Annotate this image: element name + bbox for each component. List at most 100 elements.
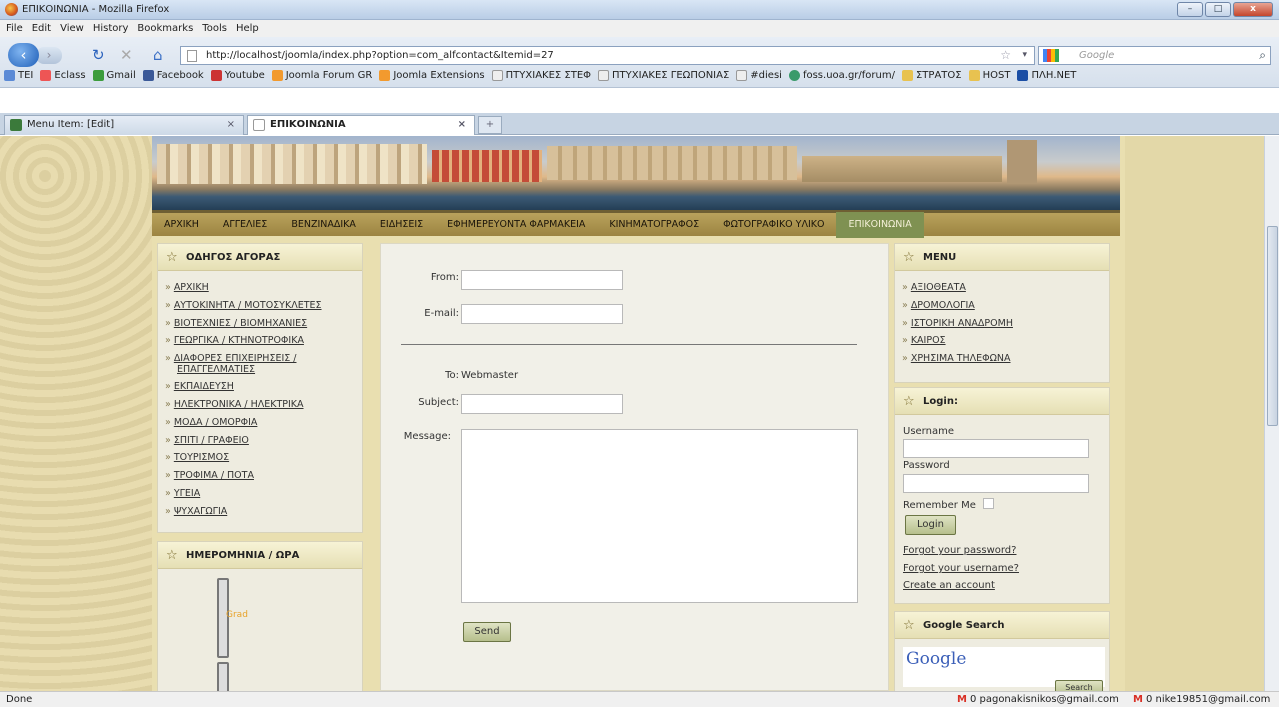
background-decoration <box>1125 136 1264 691</box>
email-label: E-mail: <box>424 308 459 319</box>
nav-pharmacies[interactable]: ΕΦΗΜΕΡΕΥΟΝΤΑ ΦΑΡΜΑΚΕΙΑ <box>435 212 597 238</box>
guide-link[interactable]: » ΗΛΕΚΤΡΟΝΙΚΑ / ΗΛΕΚΤΡΙΚΑ <box>165 396 362 414</box>
bookmark-icon <box>210 70 222 81</box>
forward-button[interactable]: › <box>36 47 62 64</box>
scrollbar-thumb[interactable] <box>1267 226 1278 426</box>
guide-link[interactable]: » ΒΙΟΤΕΧΝΙΕΣ / ΒΙΟΜΗΧΑΝΙΕΣ <box>165 315 362 333</box>
gmail-icon: M <box>957 694 967 705</box>
guide-link[interactable]: » ΜΟΔΑ / ΟΜΟΡΦΙΑ <box>165 414 362 432</box>
menu-tools[interactable]: Tools <box>202 23 227 34</box>
bookmark-item[interactable]: ΠΤΥΧΙΑΚΕΣ ΣΤΕΦ <box>491 70 591 81</box>
bookmark-icon <box>4 70 15 81</box>
subject-field[interactable] <box>461 394 623 414</box>
menu-link[interactable]: » ΔΡΟΜΟΛΟΓΙΑ <box>902 297 1109 315</box>
bookmarks-toolbar: TEI Eclass Gmail Facebook Youtube Joomla… <box>4 70 1083 81</box>
tab-close-icon[interactable]: × <box>458 116 466 134</box>
tab-label: Menu Item: [Edit] <box>27 119 115 130</box>
message-field[interactable] <box>461 429 858 603</box>
bookmark-star-icon[interactable]: ☆ <box>1000 47 1011 64</box>
username-field[interactable] <box>903 439 1089 458</box>
page-icon <box>253 119 265 131</box>
menu-link[interactable]: » ΧΡΗΣΙΜΑ ΤΗΛΕΦΩΝΑ <box>902 350 1109 368</box>
menu-edit[interactable]: Edit <box>32 23 51 34</box>
menu-bookmarks[interactable]: Bookmarks <box>137 23 193 34</box>
from-field[interactable] <box>461 270 623 290</box>
menu-history[interactable]: History <box>93 23 129 34</box>
menu-link[interactable]: » ΙΣΤΟΡΙΚΗ ΑΝΑΔΡΟΜΗ <box>902 315 1109 333</box>
bookmark-item[interactable]: Gmail <box>92 70 136 81</box>
nav-cinema[interactable]: ΚΙΝΗΜΑΤΟΓΡΑΦΟΣ <box>597 212 711 238</box>
menu-bar: File Edit View History Bookmarks Tools H… <box>0 20 1279 37</box>
page-icon <box>187 50 197 62</box>
bookmark-item[interactable]: Eclass <box>40 70 86 81</box>
search-bar[interactable]: Google ⌕ <box>1038 46 1271 65</box>
guide-link[interactable]: » ΑΥΤΟΚΙΝΗΤΑ / ΜΟΤΟΣΥΚΛΕΤΕΣ <box>165 297 362 315</box>
guide-link[interactable]: » ΔΙΑΦΟΡΕΣ ΕΠΙΧΕΙΡΗΣΕΙΣ / ΕΠΑΓΓΕΛΜΑΤΙΕΣ <box>165 353 362 375</box>
bookmark-item[interactable]: Joomla Forum GR <box>271 70 372 81</box>
nav-ads[interactable]: ΑΓΓΕΛΙΕΣ <box>211 212 279 238</box>
minimize-button[interactable]: – <box>1177 2 1203 17</box>
bookmark-item[interactable]: foss.uoa.gr/forum/ <box>788 70 895 81</box>
forgot-password-link[interactable]: Forgot your password? <box>903 545 1016 556</box>
nav-news[interactable]: ΕΙΔΗΣΕΙΣ <box>368 212 435 238</box>
tab-contact[interactable]: ΕΠΙΚΟΙΝΩΝΙΑ × <box>247 115 475 135</box>
bookmark-item[interactable]: TEI <box>4 70 33 81</box>
guide-link[interactable]: » ΥΓΕΙΑ <box>165 485 362 503</box>
bookmark-item[interactable]: Youtube <box>210 70 265 81</box>
email-field[interactable] <box>461 304 623 324</box>
close-button[interactable]: x <box>1233 2 1273 17</box>
home-icon[interactable]: ⌂ <box>153 46 163 64</box>
menu-link[interactable]: » ΚΑΙΡΟΣ <box>902 332 1109 350</box>
nav-contact[interactable]: ΕΠΙΚΟΙΝΩΝΙΑ <box>836 211 924 238</box>
login-button[interactable]: Login <box>905 515 956 535</box>
forgot-username-link[interactable]: Forgot your username? <box>903 563 1019 574</box>
remember-checkbox[interactable] <box>983 498 994 509</box>
back-button[interactable]: ‹ <box>8 43 39 67</box>
username-label: Username <box>903 426 954 437</box>
stop-icon[interactable]: ✕ <box>120 46 133 64</box>
menu-help[interactable]: Help <box>236 23 259 34</box>
bookmark-item[interactable]: ΣΤΡΑΤΟΣ <box>901 70 962 81</box>
bookmark-item[interactable]: ΠΤΥΧΙΑΚΕΣ ΓΕΩΠΟΝΙΑΣ <box>598 70 729 81</box>
bookmark-item[interactable]: ΠΛΗ.ΝΕΤ <box>1017 70 1076 81</box>
login-module: ☆ Login: Username Password Remember Me Lo… <box>894 387 1110 604</box>
bookmark-icon <box>271 70 283 81</box>
guide-link[interactable]: » ΣΠΙΤΙ / ΓΡΑΦΕΙΟ <box>165 432 362 450</box>
tab-close-icon[interactable]: × <box>227 116 235 134</box>
nav-gas-stations[interactable]: ΒΕΝΖΙΝΑΔΙΚΑ <box>279 212 368 238</box>
guide-link[interactable]: » ΤΟΥΡΙΣΜΟΣ <box>165 449 362 467</box>
search-button[interactable]: Search <box>1055 680 1103 691</box>
bookmark-item[interactable]: #diesi <box>736 70 782 81</box>
bookmark-item[interactable]: Facebook <box>142 70 204 81</box>
folder-icon <box>968 70 980 81</box>
search-placeholder: Google <box>1079 50 1115 61</box>
menu-view[interactable]: View <box>60 23 84 34</box>
guide-link[interactable]: » ΑΡΧΙΚΗ <box>165 279 362 297</box>
vertical-scrollbar[interactable] <box>1264 136 1279 691</box>
guide-link[interactable]: » ΨΥΧΑΓΩΓΙΑ <box>165 503 362 521</box>
reload-icon[interactable]: ↻ <box>92 46 105 64</box>
google-logo: Google <box>906 649 967 669</box>
new-tab-button[interactable]: + <box>478 116 502 134</box>
menu-link[interactable]: » ΑΞΙΟΘΕΑΤΑ <box>902 279 1109 297</box>
bookmark-item[interactable]: HOST <box>968 70 1010 81</box>
send-button[interactable]: Send <box>463 622 511 642</box>
nav-photos[interactable]: ΦΩΤΟΓΡΑΦΙΚΟ ΥΛΙΚΟ <box>711 212 836 238</box>
guide-link[interactable]: » ΤΡΟΦΙΜΑ / ΠΟΤΑ <box>165 467 362 485</box>
guide-link[interactable]: » ΓΕΩΡΓΙΚΑ / ΚΤΗΝΟΤΡΟΦΙΚΑ <box>165 332 362 350</box>
nav-home[interactable]: ΑΡΧΙΚΗ <box>152 212 211 238</box>
tab-menu-item-edit[interactable]: Menu Item: [Edit] × <box>4 115 244 135</box>
password-field[interactable] <box>903 474 1089 493</box>
gmail-notifier-1[interactable]: M0 pagonakisnikos@gmail.com <box>957 692 1119 707</box>
menu-file[interactable]: File <box>6 23 23 34</box>
url-bar[interactable]: http://localhost/joomla/index.php?option… <box>180 46 1035 65</box>
bookmark-icon <box>736 70 748 81</box>
bookmark-item[interactable]: Joomla Extensions <box>379 70 485 81</box>
search-icon[interactable]: ⌕ <box>1259 47 1266 64</box>
guide-link[interactable]: » ΕΚΠΑΙΔΕΥΣΗ <box>165 378 362 396</box>
gmail-notifier-2[interactable]: M0 nike19851@gmail.com <box>1133 692 1270 707</box>
google-engine-icon[interactable] <box>1043 49 1059 62</box>
url-dropdown-icon[interactable]: ▾ <box>1022 47 1027 64</box>
create-account-link[interactable]: Create an account <box>903 580 995 591</box>
maximize-button[interactable]: □ <box>1205 2 1231 17</box>
